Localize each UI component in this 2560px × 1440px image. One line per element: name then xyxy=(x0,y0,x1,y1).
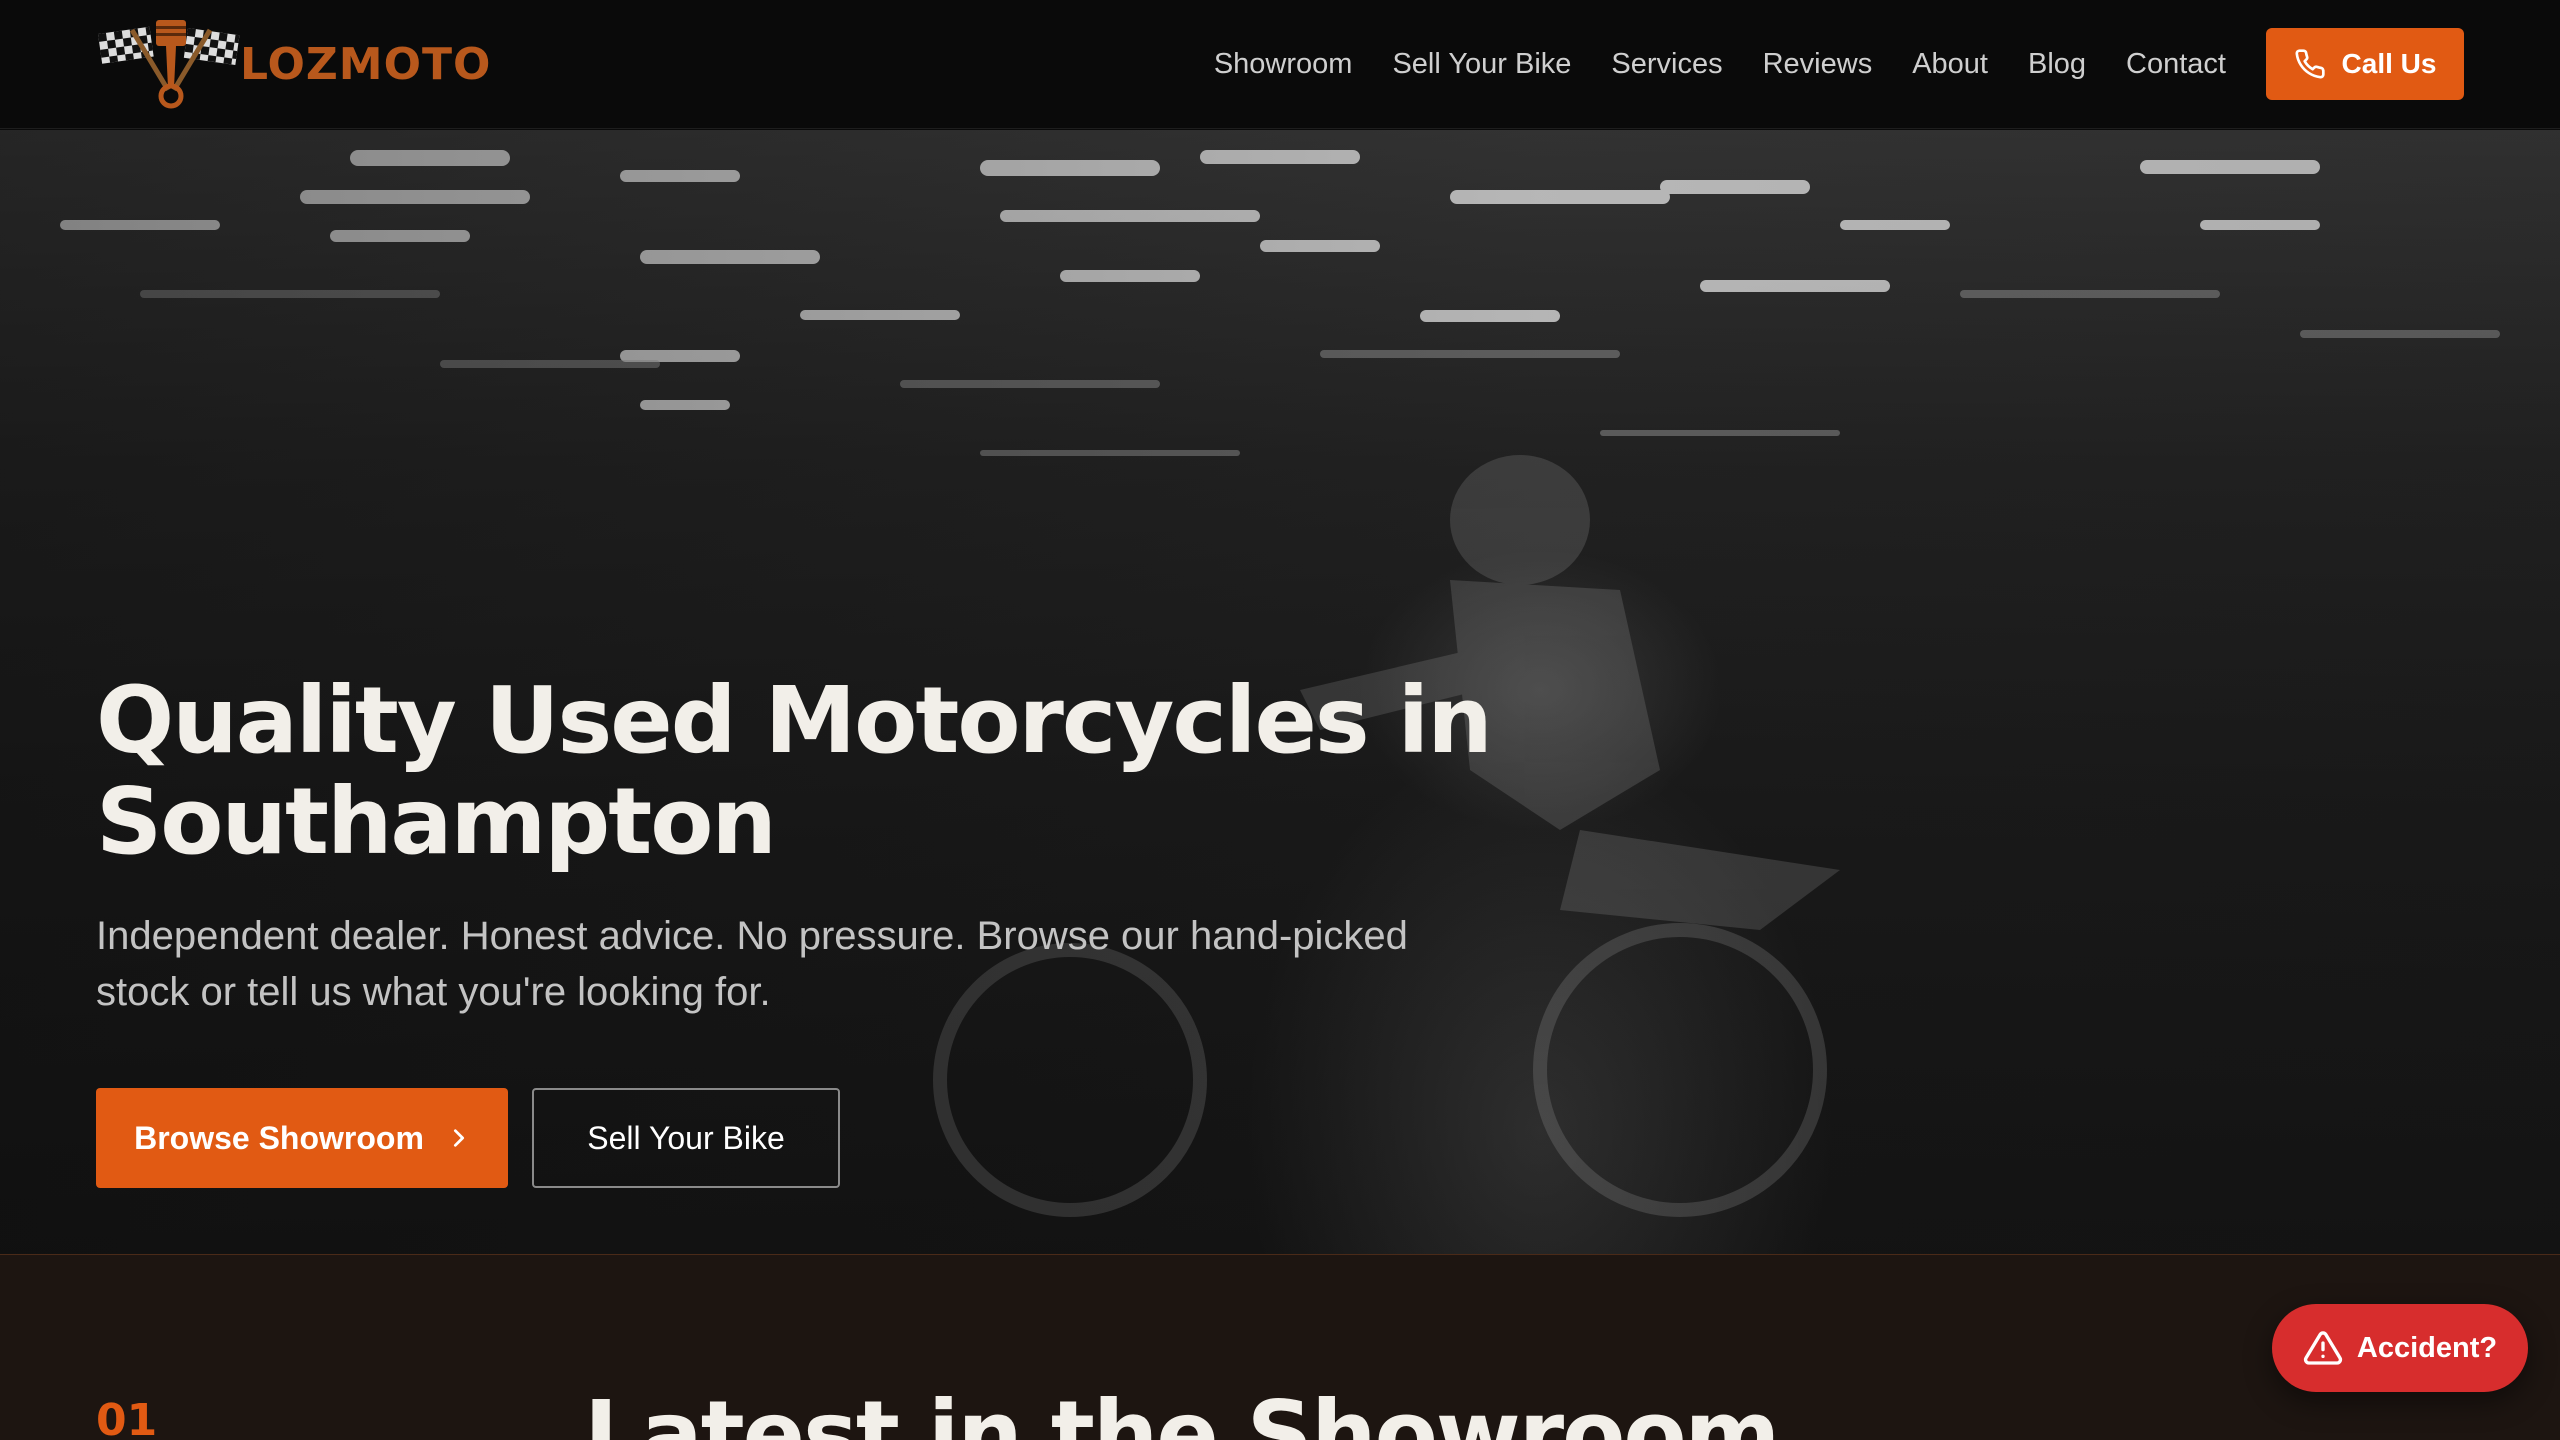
nav-reviews[interactable]: Reviews xyxy=(1763,48,1873,81)
hero-content: Quality Used Motorcycles in Southampton … xyxy=(96,667,2096,1189)
phone-icon xyxy=(2294,49,2325,79)
showroom-section: 01 Latest in the Showroom xyxy=(0,1254,2560,1440)
hero-title: Quality Used Motorcycles in Southampton xyxy=(96,667,1493,876)
site-header: LOZMOTO Showroom Sell Your Bike Services… xyxy=(0,0,2560,129)
nav-blog[interactable]: Blog xyxy=(2028,48,2086,81)
call-us-button[interactable]: Call Us xyxy=(2266,28,2464,100)
hero: Quality Used Motorcycles in Southampton … xyxy=(0,130,2560,1254)
nav-showroom[interactable]: Showroom xyxy=(1214,48,1353,81)
logo-text: LOZMOTO xyxy=(240,38,492,90)
nav-sell-your-bike[interactable]: Sell Your Bike xyxy=(1392,48,1571,81)
nav-services[interactable]: Services xyxy=(1611,48,1722,81)
sell-your-bike-label: Sell Your Bike xyxy=(587,1119,785,1156)
hero-actions: Browse Showroom Sell Your Bike xyxy=(96,1088,2096,1189)
logo-piston-flags-icon xyxy=(98,20,240,109)
page: LOZMOTO Showroom Sell Your Bike Services… xyxy=(0,0,2560,1440)
nav-contact[interactable]: Contact xyxy=(2126,48,2226,81)
call-us-label: Call Us xyxy=(2341,48,2437,79)
accident-button[interactable]: Accident? xyxy=(2272,1304,2528,1392)
main-nav: Showroom Sell Your Bike Services Reviews… xyxy=(1174,28,2464,100)
browse-showroom-button[interactable]: Browse Showroom xyxy=(96,1088,508,1189)
logo[interactable]: LOZMOTO xyxy=(96,16,491,112)
section-number: 01 xyxy=(96,1395,158,1440)
accident-label: Accident? xyxy=(2356,1331,2498,1364)
nav-about[interactable]: About xyxy=(1912,48,1988,81)
browse-showroom-label: Browse Showroom xyxy=(134,1119,424,1156)
hero-subtitle: Independent dealer. Honest advice. No pr… xyxy=(96,914,1408,1015)
chevron-right-icon xyxy=(453,1129,464,1148)
sell-your-bike-button[interactable]: Sell Your Bike xyxy=(532,1088,840,1189)
section-title: Latest in the Showroom xyxy=(584,1381,1780,1440)
warning-triangle-icon xyxy=(2303,1331,2342,1365)
